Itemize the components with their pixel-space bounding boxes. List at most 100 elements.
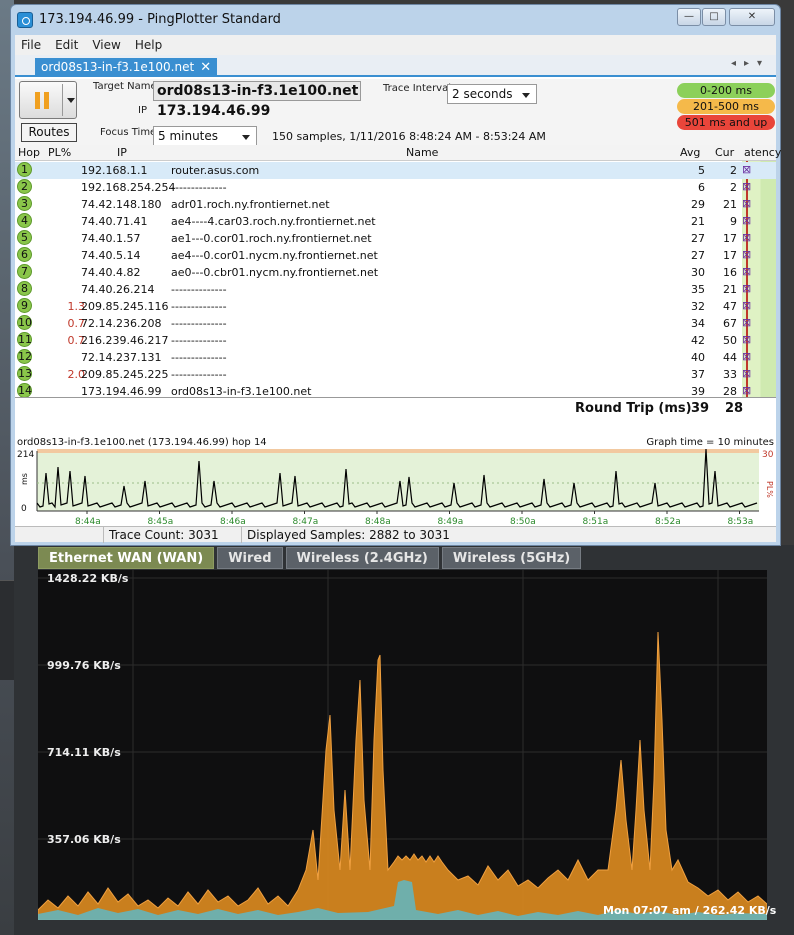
hop-number: 10 xyxy=(17,315,32,330)
ip-cell: 209.85.245.116 xyxy=(81,300,169,313)
pause-button-divider xyxy=(62,84,63,116)
col-ip[interactable]: IP xyxy=(117,146,127,159)
minimize-button[interactable]: — xyxy=(677,8,701,26)
table-row[interactable]: 6 74.40.5.14 ae4---0.cor01.nycm.ny.frontie… xyxy=(15,247,776,264)
col-latency[interactable]: atency xyxy=(744,146,781,159)
legend-201-500: 201-500 ms xyxy=(677,99,775,114)
background-side-panel xyxy=(0,580,14,680)
table-row[interactable]: 12 72.14.237.131 -------------- 40 44 ⊠ xyxy=(15,349,776,366)
table-row[interactable]: 13 2.0 209.85.245.225 -------------- 37 33 ⊠ xyxy=(15,366,776,383)
ip-cell: 74.40.71.41 xyxy=(81,215,148,228)
trace-interval-label: Trace Interval xyxy=(383,83,452,94)
status-separator xyxy=(241,527,242,543)
trace-interval-select[interactable]: 2 seconds xyxy=(447,84,537,104)
tab-target[interactable]: ord08s13-in-f3.1e100.net ✕ xyxy=(35,58,218,77)
latency-marker-icon: ⊠ xyxy=(742,231,752,244)
latency-marker-icon: ⊠ xyxy=(742,265,752,278)
col-hop[interactable]: Hop xyxy=(18,146,40,159)
hop-number: 12 xyxy=(17,349,32,364)
graph-time-label[interactable]: Graph time = 10 minutes xyxy=(646,437,774,448)
name-cell: -------------- xyxy=(171,317,227,330)
ip-cell: 74.40.1.57 xyxy=(81,232,141,245)
round-trip-bar: Round Trip (ms) 39 28 xyxy=(15,397,776,417)
chevron-down-icon[interactable] xyxy=(67,98,75,103)
table-row[interactable]: 5 74.40.1.57 ae1---0.cor01.roch.ny.frontie… xyxy=(15,230,776,247)
timeline-svg: 214 0 ms 30 PL% 8:44a 8:45a 8:46a 8:47a 8:48… xyxy=(17,449,774,527)
avg-cell: 35 xyxy=(691,283,705,296)
tab-ethernet-wan[interactable]: Ethernet WAN (WAN) xyxy=(38,547,215,569)
timeline-title: ord08s13-in-f3.1e100.net (173.194.46.99)… xyxy=(17,437,267,448)
cur-cell: 67 xyxy=(723,317,737,330)
tab-target-label: ord08s13-in-f3.1e100.net xyxy=(41,60,195,74)
latency-marker-icon: ⊠ xyxy=(742,163,752,176)
avg-cell: 37 xyxy=(691,368,705,381)
wan-traffic-svg xyxy=(37,570,768,921)
avg-cell: 27 xyxy=(691,232,705,245)
table-row[interactable]: 10 0.7 72.14.236.208 -------------- 34 67 ⊠ xyxy=(15,315,776,332)
close-button[interactable]: ✕ xyxy=(729,8,775,26)
table-row[interactable]: 1 192.168.1.1 router.asus.com 5 2 ⊠ xyxy=(15,162,776,179)
target-name-field[interactable]: ord08s13-in-f3.1e100.net xyxy=(153,81,361,101)
cur-cell: 9 xyxy=(730,215,737,228)
ip-label: IP xyxy=(138,105,147,116)
menu-file[interactable]: File xyxy=(21,38,41,52)
tab-wireless-5[interactable]: Wireless (5GHz) xyxy=(441,547,582,569)
name-cell: router.asus.com xyxy=(171,164,260,177)
avg-cell: 30 xyxy=(691,266,705,279)
col-name[interactable]: Name xyxy=(406,146,438,159)
table-row[interactable]: 2 192.168.254.254 -------------- 6 2 ⊠ xyxy=(15,179,776,196)
menu-view[interactable]: View xyxy=(92,38,120,52)
displayed-samples: Displayed Samples: 2882 to 3031 xyxy=(247,528,450,542)
menu-help[interactable]: Help xyxy=(135,38,162,52)
hop-number: 5 xyxy=(17,230,32,245)
round-trip-cur: 28 xyxy=(725,401,744,416)
table-row[interactable]: 8 74.40.26.214 -------------- 35 21 ⊠ xyxy=(15,281,776,298)
focus-time-label: Focus Time xyxy=(100,127,157,138)
table-row[interactable]: 9 1.3 209.85.245.116 -------------- 32 47 ⊠ xyxy=(15,298,776,315)
window-title: 173.194.46.99 - PingPlotter Standard xyxy=(39,12,281,27)
cur-cell: 17 xyxy=(723,232,737,245)
wan-tab-bar: Ethernet WAN (WAN) Wired Wireless (2.4GH… xyxy=(38,547,582,569)
round-trip-avg: 39 xyxy=(691,401,710,416)
hop-number: 14 xyxy=(17,383,32,398)
pause-icon xyxy=(35,92,40,109)
table-row[interactable]: 7 74.40.4.82 ae0---0.cbr01.nycm.ny.frontie… xyxy=(15,264,776,281)
hop-number: 4 xyxy=(17,213,32,228)
col-cur[interactable]: Cur xyxy=(715,146,734,159)
maximize-button[interactable]: □ xyxy=(702,8,726,26)
tab-wireless-24[interactable]: Wireless (2.4GHz) xyxy=(285,547,439,569)
timeline-y-min: 0 xyxy=(21,504,27,514)
ip-cell: 72.14.237.131 xyxy=(81,351,162,364)
table-row[interactable]: 11 0.7 216.239.46.217 -------------- 42 50 ⊠ xyxy=(15,332,776,349)
avg-cell: 42 xyxy=(691,334,705,347)
routes-button[interactable]: Routes xyxy=(21,123,77,142)
chevron-down-icon xyxy=(242,135,250,140)
pause-button[interactable] xyxy=(19,81,77,119)
trace-count: Trace Count: 3031 xyxy=(109,528,219,542)
chevron-down-icon xyxy=(522,93,530,98)
hop-number: 1 xyxy=(17,162,32,177)
avg-cell: 5 xyxy=(698,164,705,177)
pingplotter-app-icon xyxy=(17,12,33,28)
table-row[interactable]: 3 74.42.148.180 adr01.roch.ny.frontiernet.… xyxy=(15,196,776,213)
table-row[interactable]: 4 74.40.71.41 ae4----4.car03.roch.ny.front… xyxy=(15,213,776,230)
tab-wired[interactable]: Wired xyxy=(217,547,283,569)
tab-navigation-arrows-icon[interactable]: ◂▸▾ xyxy=(731,58,770,69)
ip-cell: 74.40.4.82 xyxy=(81,266,141,279)
tab-close-icon[interactable]: ✕ xyxy=(200,58,211,77)
menu-edit[interactable]: Edit xyxy=(55,38,78,52)
latency-marker-icon: ⊠ xyxy=(742,350,752,363)
hop-number: 9 xyxy=(17,298,32,313)
cur-cell: 2 xyxy=(730,181,737,194)
window-client-area: File Edit View Help ord08s13-in-f3.1e100… xyxy=(15,35,781,543)
wan-readout: Mon 07:07 am / 262.42 KB/s xyxy=(603,904,777,917)
avg-cell: 34 xyxy=(691,317,705,330)
latency-marker-icon: ⊠ xyxy=(742,316,752,329)
ip-cell: 74.42.148.180 xyxy=(81,198,162,211)
latency-marker-icon: ⊠ xyxy=(742,248,752,261)
col-pl[interactable]: PL% xyxy=(48,146,71,159)
focus-time-select[interactable]: 5 minutes xyxy=(153,126,257,146)
rx-traffic-area xyxy=(37,631,768,921)
pingplotter-window: 173.194.46.99 - PingPlotter Standard — □… xyxy=(10,4,781,546)
col-avg[interactable]: Avg xyxy=(680,146,700,159)
